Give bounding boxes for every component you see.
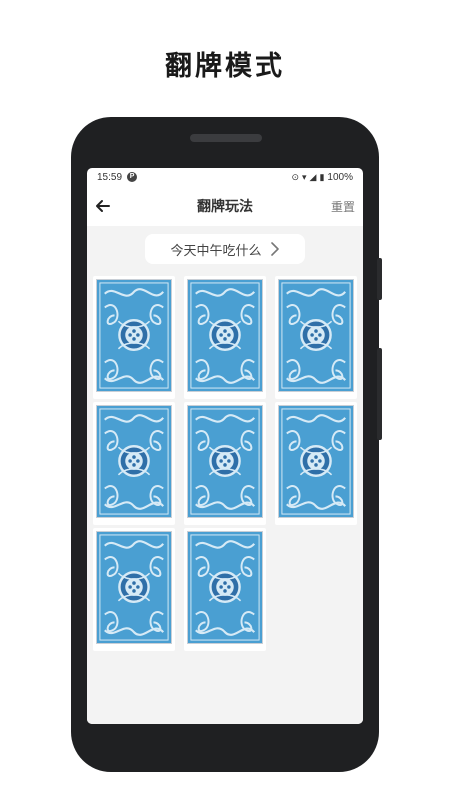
- card-back-image: [96, 531, 172, 644]
- wifi-icon: ▾: [302, 171, 307, 182]
- phone-power-button: [377, 258, 382, 300]
- app-title: 翻牌玩法: [197, 199, 253, 215]
- signal-icon: ◢: [309, 171, 317, 182]
- question-selector[interactable]: 今天中午吃什么: [145, 234, 305, 264]
- card-back-image: [187, 531, 263, 644]
- card-tile[interactable]: [93, 528, 175, 651]
- arrow-left-icon: [96, 200, 110, 212]
- notification-icon: P: [127, 172, 138, 182]
- content-area: 今天中午吃什么: [87, 226, 363, 724]
- back-button[interactable]: [93, 196, 113, 216]
- card-tile[interactable]: [184, 528, 266, 651]
- card-tile[interactable]: [275, 402, 357, 525]
- card-back-image: [187, 279, 263, 392]
- question-text: 今天中午吃什么: [170, 243, 262, 259]
- card-back-image: [96, 405, 172, 518]
- card-back-image: [278, 279, 354, 392]
- phone-screen: 15:59 P ⊙ ▾ ◢ ▮ 100% 翻牌玩法 重置 今天中午吃什么: [87, 168, 363, 724]
- card-tile[interactable]: [93, 402, 175, 525]
- chevron-right-icon: [270, 242, 279, 256]
- phone-volume-button: [377, 348, 382, 440]
- status-bar: 15:59 P ⊙ ▾ ◢ ▮ 100%: [87, 168, 363, 186]
- card-back-image: [278, 405, 354, 518]
- card-tile[interactable]: [184, 276, 266, 399]
- status-icons: ⊙ ▾ ◢ ▮ 100%: [291, 172, 353, 183]
- battery-icon: ▮: [319, 171, 325, 182]
- card-tile[interactable]: [93, 276, 175, 399]
- battery-level: 100%: [327, 171, 353, 183]
- promo-title: 翻牌模式: [165, 51, 285, 82]
- sync-icon: ⊙: [291, 171, 300, 182]
- phone-speaker: [190, 134, 262, 142]
- app-bar: 翻牌玩法 重置: [87, 186, 363, 226]
- status-time: 15:59: [97, 171, 123, 183]
- card-back-image: [187, 405, 263, 518]
- card-tile[interactable]: [275, 276, 357, 399]
- card-back-image: [96, 279, 172, 392]
- reset-button[interactable]: 重置: [331, 198, 355, 215]
- card-tile[interactable]: [184, 402, 266, 525]
